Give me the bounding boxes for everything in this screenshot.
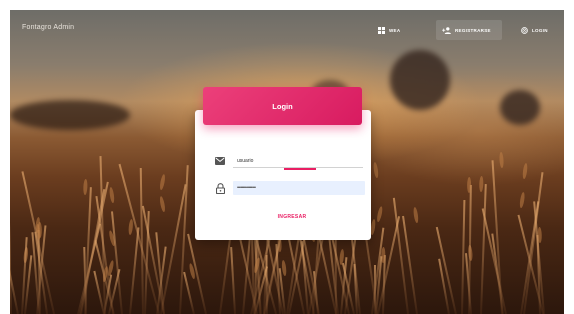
ingresar-button[interactable]: INGRESAR [262,210,322,224]
username-input[interactable]: usuario [233,154,363,168]
password-input[interactable]: •••••••••••••••• [233,181,365,195]
wheat-stalk [10,245,19,314]
wheat-stalk [491,160,503,314]
nav-item-label: LOGIN [532,27,548,33]
tree-silhouette [390,50,450,110]
fingerprint-icon [521,26,528,34]
wheat-ear [375,206,384,223]
input-focus-underline [284,168,316,170]
wheat-stalk [393,198,409,314]
password-row [214,182,226,194]
house-silhouette [10,100,130,130]
wheat-ear [159,195,167,213]
nav-item-label: WEA [389,27,401,33]
wheat-ear [280,259,287,276]
lock-icon [214,182,226,194]
wheat-stalk [401,215,418,314]
email-icon [214,155,226,167]
wheat-ear [338,248,345,265]
nav-item-login[interactable]: LOGIN [515,20,554,40]
wheat-ear [108,186,115,204]
wheat-ear [83,179,88,196]
nav-item-registrarse[interactable]: REGISTRARSE [436,20,502,40]
login-title: Login [272,101,293,111]
wheat-ear [518,191,526,208]
nav-item-wea[interactable]: WEA [372,20,406,40]
wheat-stalk [84,187,92,314]
wheat-ear [466,176,471,193]
nav-item-label: REGISTRARSE [455,27,491,33]
wheat-ear [499,152,505,169]
wheat-stalk [10,215,12,314]
person-add-icon [442,26,451,34]
dashboard-icon [378,26,385,34]
wheat-ear [158,173,166,191]
brand-title[interactable]: Fontagro Admin [22,24,74,31]
wheat-stalk [479,183,487,314]
navbar: Fontagro Admin WEA REGISTRARSE LOGIN [10,10,564,48]
login-card-header: Login [203,87,362,125]
wheat-ear [478,175,484,192]
username-row [214,155,226,167]
tree-silhouette [500,90,540,125]
wheat-ear [370,218,377,236]
wheat-ear [412,206,419,224]
wheat-stalk [118,164,160,314]
wheat-ear [522,162,529,180]
wheat-ear [372,161,379,178]
wheat-stalk [230,247,236,314]
wheat-ear [537,226,543,244]
